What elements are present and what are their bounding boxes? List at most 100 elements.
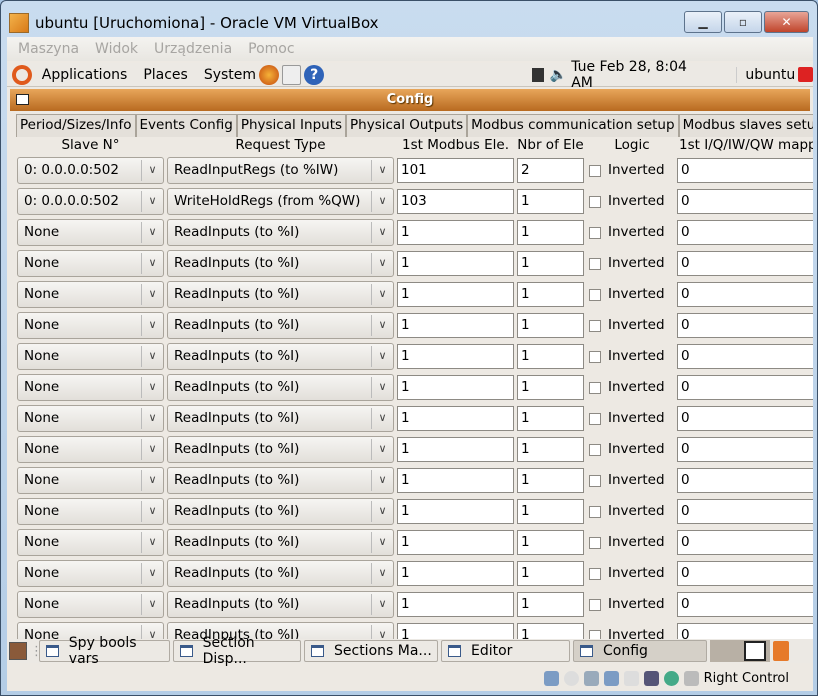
request-type-combo[interactable]: ReadInputs (to %I) ∨ [167,467,394,494]
nbr-of-ele-input[interactable]: 1 [517,468,584,493]
inverted-label[interactable]: Inverted [608,436,665,463]
inverted-label[interactable]: Inverted [608,157,665,184]
show-desktop-icon[interactable] [9,642,27,660]
mapping-input[interactable]: 0 [677,592,813,617]
nbr-of-ele-input[interactable]: 1 [517,344,584,369]
nbr-of-ele-input[interactable]: 2 [517,158,584,183]
chevron-down-icon[interactable]: ∨ [371,315,393,336]
chevron-down-icon[interactable]: ∨ [371,346,393,367]
chevron-down-icon[interactable]: ∨ [141,253,163,274]
chevron-down-icon[interactable]: ∨ [371,470,393,491]
mapping-input[interactable]: 0 [677,220,813,245]
inverted-checkbox[interactable] [589,630,601,639]
first-modbus-input[interactable]: 1 [397,313,514,338]
nbr-of-ele-input[interactable]: 1 [517,499,584,524]
first-modbus-input[interactable]: 1 [397,375,514,400]
mapping-input[interactable]: 0 [677,406,813,431]
chevron-down-icon[interactable]: ∨ [141,501,163,522]
slave-combo[interactable]: None ∨ [17,467,164,494]
close-button[interactable]: ✕ [764,11,809,33]
inverted-checkbox[interactable] [589,165,601,177]
inverted-label[interactable]: Inverted [608,219,665,246]
mapping-input[interactable]: 0 [677,623,813,639]
chevron-down-icon[interactable]: ∨ [141,470,163,491]
taskbar-item[interactable]: Editor [441,640,570,662]
hard-disk-icon[interactable] [543,670,559,686]
nbr-of-ele-input[interactable]: 1 [517,406,584,431]
slave-combo[interactable]: None ∨ [17,343,164,370]
mapping-input[interactable]: 0 [677,561,813,586]
request-type-combo[interactable]: ReadInputs (to %I) ∨ [167,281,394,308]
slave-combo[interactable]: 0: 0.0.0.0:502 ∨ [17,188,164,215]
taskbar-item[interactable]: Sections Ma... [304,640,438,662]
taskbar-item[interactable]: Section Disp... [173,635,301,667]
first-modbus-input[interactable]: 101 [397,158,514,183]
request-type-combo[interactable]: ReadInputs (to %I) ∨ [167,560,394,587]
first-modbus-input[interactable]: 1 [397,623,514,639]
chevron-down-icon[interactable]: ∨ [141,191,163,212]
slave-combo[interactable]: None ∨ [17,312,164,339]
inverted-checkbox[interactable] [589,475,601,487]
inverted-checkbox[interactable] [589,568,601,580]
first-modbus-input[interactable]: 1 [397,561,514,586]
inverted-checkbox[interactable] [589,351,601,363]
slave-combo[interactable]: None ∨ [17,591,164,618]
request-type-combo[interactable]: ReadInputs (to %I) ∨ [167,591,394,618]
chevron-down-icon[interactable]: ∨ [141,160,163,181]
chevron-down-icon[interactable]: ∨ [141,315,163,336]
chevron-down-icon[interactable]: ∨ [371,222,393,243]
chevron-down-icon[interactable]: ∨ [141,346,163,367]
request-type-combo[interactable]: ReadInputs (to %I) ∨ [167,343,394,370]
inverted-label[interactable]: Inverted [608,312,665,339]
nbr-of-ele-input[interactable]: 1 [517,592,584,617]
chevron-down-icon[interactable]: ∨ [141,222,163,243]
nbr-of-ele-input[interactable]: 1 [517,437,584,462]
chevron-down-icon[interactable]: ∨ [371,160,393,181]
request-type-combo[interactable]: ReadInputs (to %I) ∨ [167,405,394,432]
inverted-checkbox[interactable] [589,196,601,208]
first-modbus-input[interactable]: 103 [397,189,514,214]
nbr-of-ele-input[interactable]: 1 [517,282,584,307]
network-adapter-icon[interactable] [603,670,619,686]
mapping-input[interactable]: 0 [677,251,813,276]
chevron-down-icon[interactable]: ∨ [371,377,393,398]
inverted-label[interactable]: Inverted [608,250,665,277]
inverted-label[interactable]: Inverted [608,529,665,556]
inverted-checkbox[interactable] [589,537,601,549]
first-modbus-input[interactable]: 1 [397,251,514,276]
request-type-combo[interactable]: ReadInputs (to %I) ∨ [167,498,394,525]
inverted-checkbox[interactable] [589,506,601,518]
inverted-checkbox[interactable] [589,444,601,456]
nbr-of-ele-input[interactable]: 1 [517,530,584,555]
first-modbus-input[interactable]: 1 [397,530,514,555]
request-type-combo[interactable]: WriteHoldRegs (from %QW) ∨ [167,188,394,215]
first-modbus-input[interactable]: 1 [397,344,514,369]
request-type-combo[interactable]: ReadInputs (to %I) ∨ [167,529,394,556]
first-modbus-input[interactable]: 1 [397,406,514,431]
inverted-label[interactable]: Inverted [608,343,665,370]
mapping-input[interactable]: 0 [677,344,813,369]
chevron-down-icon[interactable]: ∨ [141,377,163,398]
taskbar-item[interactable]: Spy bools vars [39,635,170,667]
mapping-input[interactable]: 0 [677,530,813,555]
chevron-down-icon[interactable]: ∨ [371,594,393,615]
inverted-checkbox[interactable] [589,413,601,425]
mapping-input[interactable]: 0 [677,437,813,462]
chevron-down-icon[interactable]: ∨ [141,563,163,584]
inverted-label[interactable]: Inverted [608,281,665,308]
request-type-combo[interactable]: ReadInputs (to %I) ∨ [167,374,394,401]
maximize-button[interactable]: ▫ [724,11,762,33]
inverted-checkbox[interactable] [589,289,601,301]
chevron-down-icon[interactable]: ∨ [141,408,163,429]
chevron-down-icon[interactable]: ∨ [141,284,163,305]
chevron-down-icon[interactable]: ∨ [371,284,393,305]
mapping-input[interactable]: 0 [677,375,813,400]
slave-combo[interactable]: None ∨ [17,436,164,463]
chevron-down-icon[interactable]: ∨ [371,501,393,522]
slave-combo[interactable]: None ∨ [17,281,164,308]
mapping-input[interactable]: 0 [677,499,813,524]
inverted-label[interactable]: Inverted [608,622,665,639]
nbr-of-ele-input[interactable]: 1 [517,189,584,214]
request-type-combo[interactable]: ReadInputs (to %I) ∨ [167,250,394,277]
chevron-down-icon[interactable]: ∨ [371,408,393,429]
